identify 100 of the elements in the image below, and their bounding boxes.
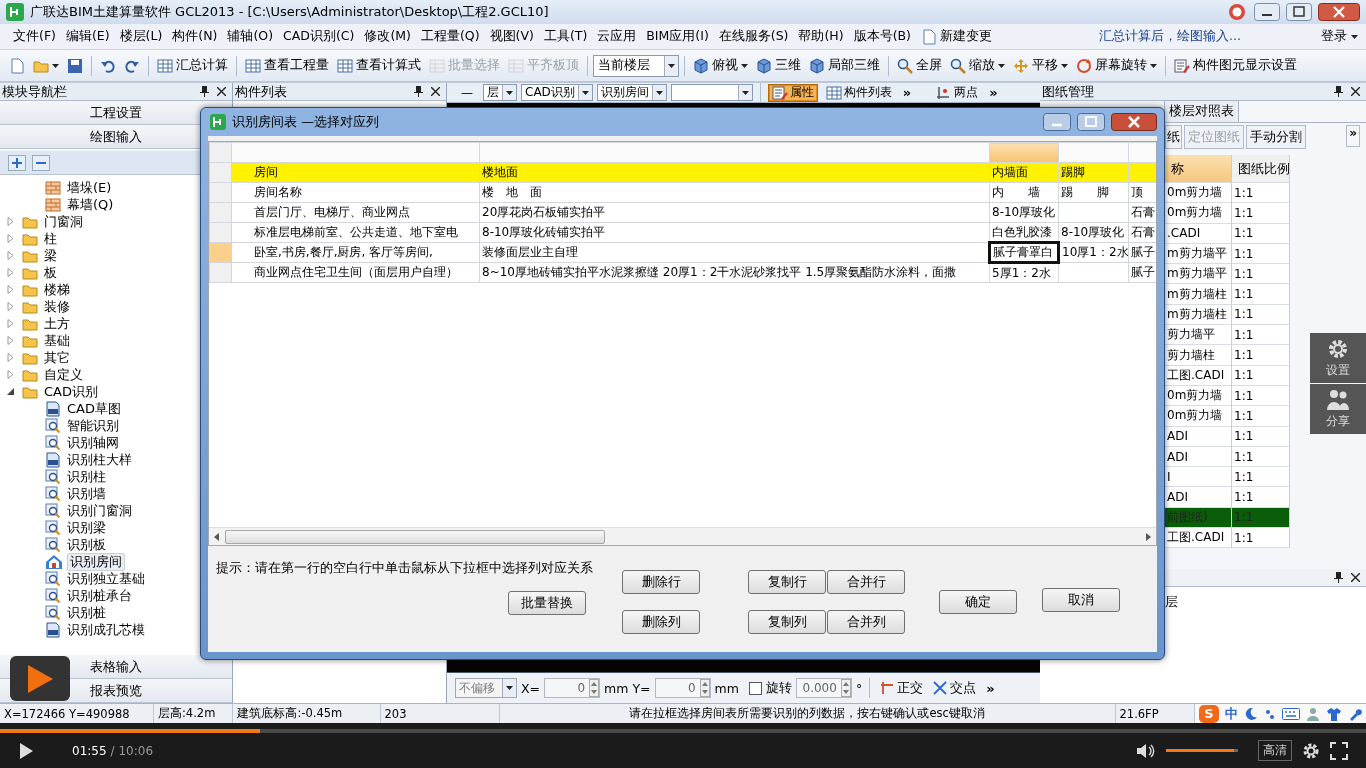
login-menu[interactable]: 登录 [1321, 28, 1358, 45]
pin-icon[interactable] [1334, 86, 1343, 97]
action-button[interactable]: 合并列 [827, 610, 905, 634]
menu-item[interactable]: 编辑(E) [60, 26, 115, 47]
panel-tab[interactable]: 属性 [767, 83, 818, 102]
close-icon[interactable] [431, 87, 440, 96]
menu-item[interactable]: 版本号(B) [848, 26, 916, 47]
expand-arrow-icon[interactable] [6, 336, 15, 345]
keyboard-icon[interactable] [1282, 707, 1300, 720]
minimize-icon[interactable] [1254, 3, 1280, 21]
person-icon[interactable] [1306, 706, 1320, 721]
column-header[interactable]: 图纸比例 [1232, 155, 1290, 183]
tree-item[interactable]: 板 [42, 264, 59, 281]
expand-all-icon[interactable] [8, 154, 26, 171]
number-field[interactable]: 0 [544, 678, 601, 698]
menu-item[interactable]: 辅轴(O) [222, 26, 279, 47]
action-button[interactable]: 删除列 [622, 610, 700, 634]
volume-icon[interactable] [1136, 742, 1156, 759]
tree-item[interactable]: 梁 [42, 247, 59, 264]
action-button[interactable]: 复制行 [748, 570, 826, 594]
arrow-icon[interactable] [213, 532, 221, 541]
menu-item[interactable]: 构件(N) [167, 26, 223, 47]
dropdown[interactable] [670, 84, 753, 101]
two-point-button[interactable]: 两点 [932, 84, 983, 101]
toolbar-button[interactable]: 三维 [753, 55, 804, 76]
tree-item[interactable]: 墙垛(E) [65, 179, 114, 196]
pin-icon[interactable] [200, 86, 209, 97]
dropdown[interactable]: 层 [483, 84, 517, 101]
settings-icon[interactable] [1302, 741, 1320, 760]
tree-item[interactable]: 柱 [42, 230, 59, 247]
tree-item[interactable]: 基础 [42, 332, 72, 349]
dropdown[interactable]: 识别房间 [596, 84, 667, 101]
expand-arrow-icon[interactable] [6, 302, 15, 311]
tree-item[interactable]: 识别梁 [65, 519, 108, 536]
menu-item[interactable]: BIM应用(I) [641, 26, 714, 47]
toolbar-button[interactable]: 局部三维 [806, 55, 883, 76]
pin-icon[interactable] [414, 86, 423, 97]
scrollbar-thumb[interactable] [225, 529, 605, 544]
expand-arrow-icon[interactable] [6, 268, 15, 277]
collapse-arrow-icon[interactable] [6, 387, 15, 396]
action-button[interactable]: 合并行 [827, 570, 905, 594]
expand-arrow-icon[interactable] [6, 353, 15, 362]
scrollbar[interactable] [209, 527, 1156, 545]
dropdown[interactable]: CAD识别 [521, 84, 593, 101]
toolbar-button[interactable]: 全屏 [894, 55, 945, 76]
close-icon[interactable] [1351, 573, 1360, 582]
menu-item[interactable]: 文件(F) [8, 26, 61, 47]
play-button[interactable] [10, 656, 70, 701]
menu-item[interactable]: 视图(V) [484, 26, 539, 47]
toolbar-button[interactable]: 平移 [1010, 55, 1071, 76]
toolbar-button[interactable]: 查看工程量 [242, 55, 332, 76]
shirt-icon[interactable] [1326, 706, 1342, 721]
action-button[interactable]: 复制列 [748, 610, 826, 634]
menu-item[interactable]: CAD识别(C) [278, 26, 360, 47]
moon-icon[interactable] [1244, 706, 1258, 721]
side-button[interactable]: 设置 [1310, 333, 1366, 383]
menu-item[interactable]: 修改(M) [359, 26, 416, 47]
tree-item[interactable]: 识别门窗洞 [65, 502, 134, 519]
tree-item[interactable]: 识别板 [65, 536, 108, 553]
toolbar-button[interactable]: 汇总计算 [154, 55, 231, 76]
tree-item[interactable]: 装修 [42, 298, 72, 315]
spinner-icon[interactable] [699, 679, 710, 697]
tree-item[interactable]: 智能识别 [65, 417, 121, 434]
menu-item[interactable]: 云应用 [592, 26, 642, 47]
expand-arrow-icon[interactable] [6, 217, 15, 226]
new-change-button[interactable]: 新建变更 [915, 28, 997, 45]
tree-item[interactable]: 楼梯 [42, 281, 72, 298]
fullscreen-icon[interactable] [1330, 741, 1348, 760]
tree-item[interactable]: 土方 [42, 315, 72, 332]
panel-tab[interactable]: 构件列表 [821, 83, 896, 102]
more-button[interactable]: » [986, 85, 1001, 100]
number-field[interactable]: 0.000 [795, 678, 852, 698]
expand-arrow-icon[interactable] [6, 285, 15, 294]
more-button[interactable]: » [1346, 125, 1360, 147]
more-button[interactable]: » [983, 680, 998, 696]
minimize-icon[interactable] [1043, 113, 1071, 131]
menu-item[interactable]: 在线服务(S) [713, 26, 794, 47]
ok-button[interactable]: 确定 [939, 590, 1017, 614]
toolbar-button[interactable]: 查看计算式 [334, 55, 424, 76]
close-icon[interactable] [217, 87, 226, 96]
tree-item[interactable]: CAD识别 [42, 383, 100, 400]
panel-button[interactable]: 手动分割 [1246, 125, 1306, 149]
snap-button[interactable]: 交点 [930, 679, 980, 697]
maximize-icon[interactable] [1286, 3, 1312, 21]
tree-item[interactable]: 识别轴网 [65, 434, 121, 451]
expand-arrow-icon[interactable] [6, 251, 15, 260]
rotate-checkbox[interactable] [748, 681, 762, 695]
progress-bar[interactable] [0, 729, 1366, 733]
wrench-icon[interactable] [1348, 706, 1362, 721]
expand-arrow-icon[interactable] [6, 234, 15, 243]
pin-icon[interactable] [1334, 572, 1343, 583]
number-field[interactable]: 0 [654, 678, 711, 698]
tree-item[interactable]: 识别柱 [65, 468, 108, 485]
tree-item[interactable]: 其它 [42, 349, 72, 366]
side-button[interactable]: 分享 [1310, 384, 1366, 434]
arrow-icon[interactable] [1144, 532, 1152, 541]
tree-item[interactable]: 识别墙 [65, 485, 108, 502]
close-icon[interactable] [1111, 113, 1157, 131]
more-button[interactable]: » [899, 85, 915, 100]
maximize-icon[interactable] [1077, 113, 1105, 131]
